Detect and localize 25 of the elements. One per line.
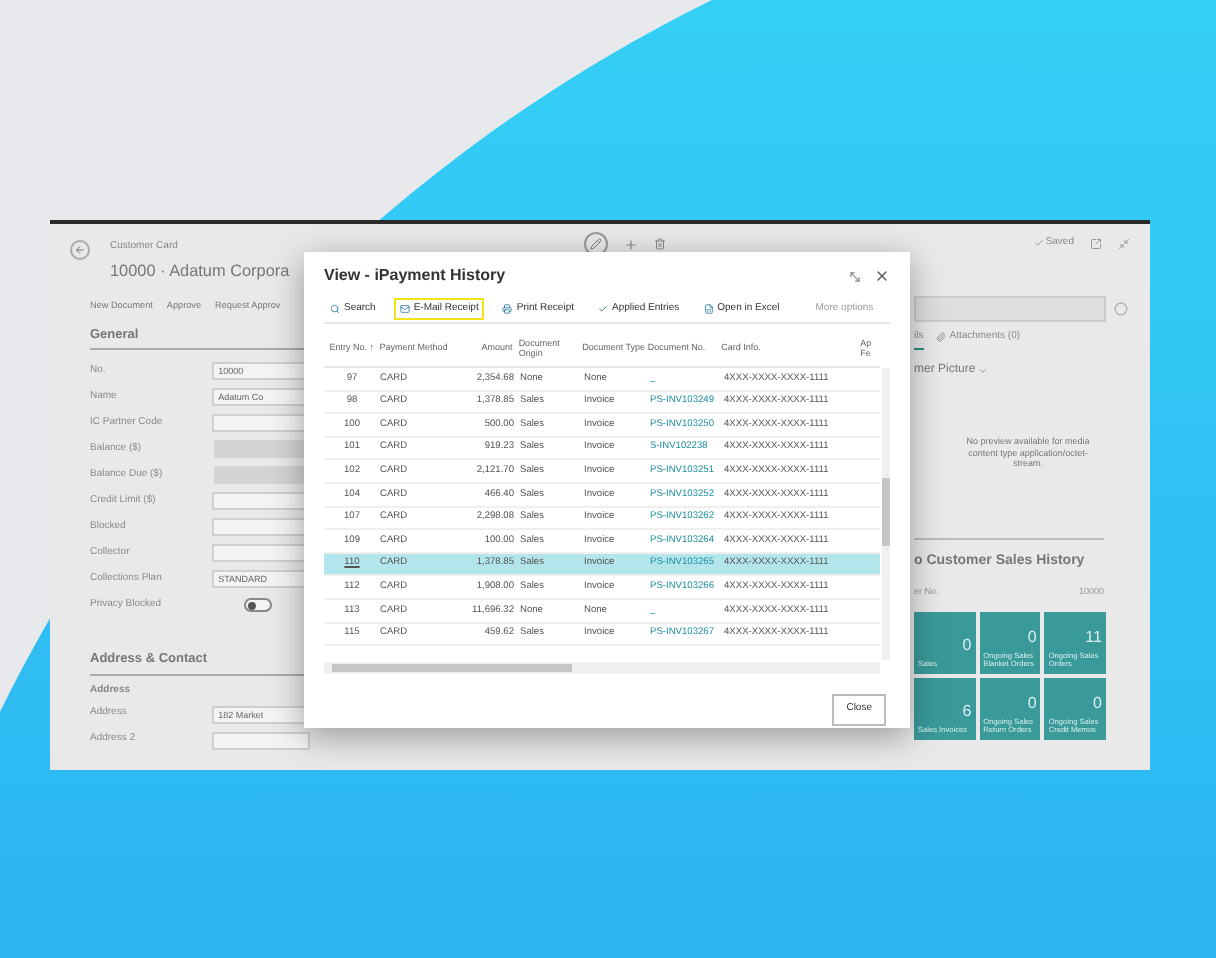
add-icon[interactable]	[624, 237, 638, 251]
back-button[interactable]	[70, 240, 90, 260]
paperclip-icon	[935, 331, 946, 342]
open-in-new-window-icon[interactable]	[1090, 237, 1102, 250]
spreadsheet-icon	[703, 304, 714, 314]
printer-icon	[502, 304, 513, 314]
close-icon[interactable]	[874, 268, 890, 284]
checkmark-icon	[1033, 238, 1044, 249]
input-field	[212, 731, 310, 750]
input-field	[213, 440, 310, 459]
search-field[interactable]	[914, 295, 1106, 321]
dialog-title: View - iPayment History	[324, 264, 506, 288]
back-arrow-icon	[74, 244, 86, 256]
toggle-switch[interactable]	[244, 598, 272, 613]
collapse-icon[interactable]	[1118, 237, 1130, 250]
checkmark-icon	[597, 304, 608, 314]
input-field	[213, 466, 310, 485]
trash-icon[interactable]	[654, 238, 666, 250]
envelope-icon	[399, 304, 410, 314]
chevron-down-icon[interactable]	[977, 366, 988, 376]
pencil-icon	[590, 238, 602, 250]
circle-icon[interactable]	[1114, 301, 1128, 315]
expand-icon[interactable]	[848, 269, 862, 283]
search-icon	[330, 304, 340, 314]
page-title: 10000 · Adatum Corpora	[110, 259, 290, 284]
